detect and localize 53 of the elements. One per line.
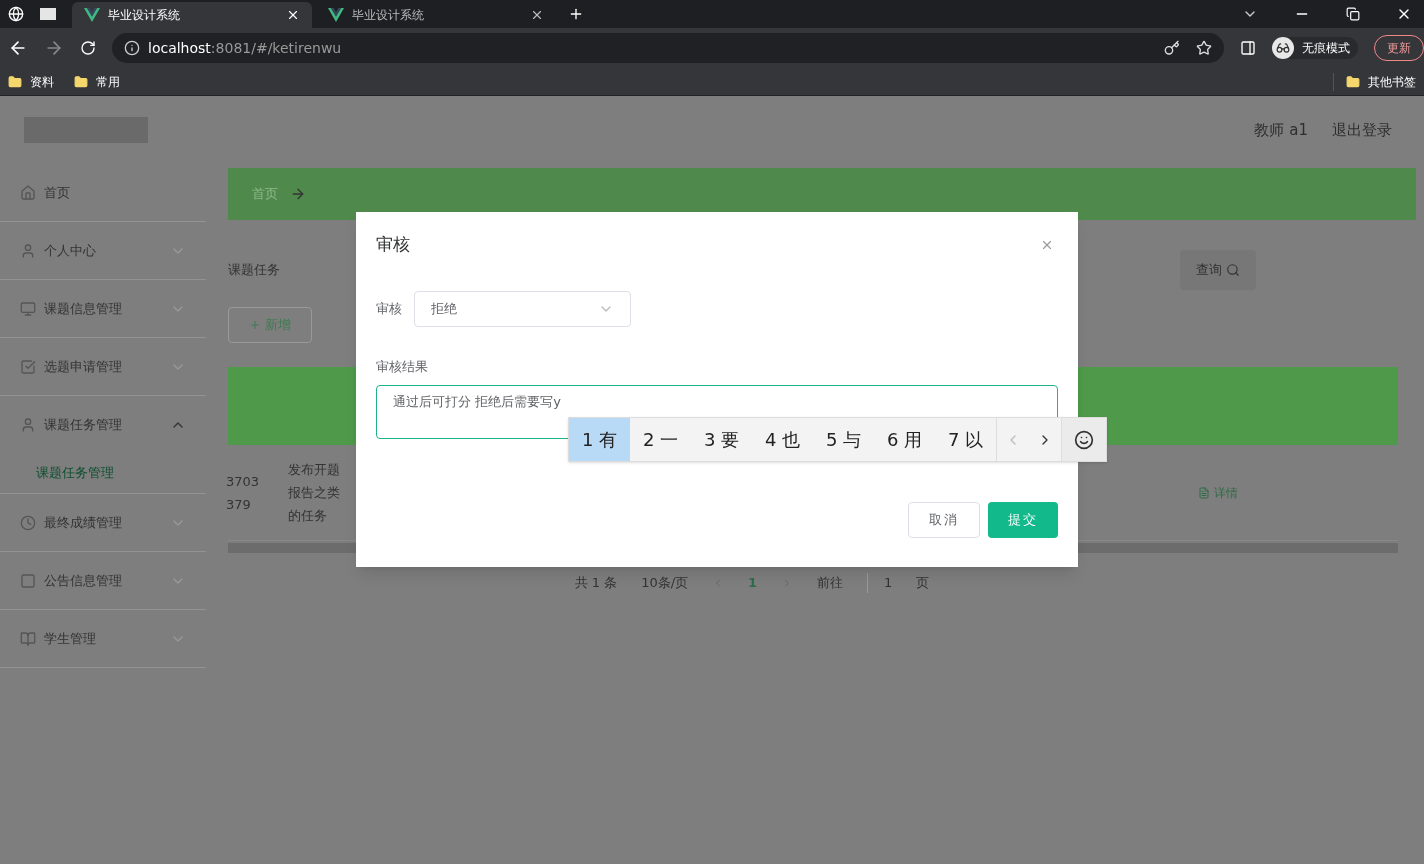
emoji-icon[interactable] (1074, 429, 1094, 450)
total-count: 共 1 条 (574, 574, 618, 592)
bookmark-item[interactable]: 其他书签 (1333, 72, 1416, 91)
close-tab-icon[interactable] (286, 8, 300, 22)
restore-icon[interactable] (1346, 7, 1360, 21)
folder-icon (8, 74, 22, 89)
goto-suffix: 页 (916, 574, 930, 592)
table-cell-text: 3703 379 (226, 472, 261, 514)
sidebar-item[interactable]: 最终成绩管理 (0, 494, 206, 551)
sidebar-item[interactable]: 课题任务管理 (0, 396, 206, 453)
search-icon (1226, 263, 1240, 277)
side-panel-icon[interactable] (1240, 40, 1256, 56)
sidebar-item[interactable]: 学生管理 (0, 610, 206, 667)
goto-page-field[interactable]: 1 (867, 573, 893, 593)
cancel-button[interactable]: 取消 (908, 502, 980, 538)
user-name: 教师 a1 (1254, 119, 1308, 141)
bookmark-item[interactable]: 常用 (74, 72, 120, 91)
reload-icon[interactable] (80, 40, 96, 56)
globe-icon[interactable] (8, 6, 24, 22)
info-icon (124, 40, 140, 56)
ime-candidate[interactable]: 1 有 (569, 418, 630, 461)
sidebar-item[interactable]: 个人中心 (0, 222, 206, 279)
document-icon (1198, 486, 1210, 499)
folder-icon (1346, 74, 1360, 89)
sidebar-item[interactable]: 课题信息管理 (0, 280, 206, 337)
sidebar-item[interactable]: 首页 (0, 164, 206, 221)
folder-icon (74, 74, 88, 89)
incognito-icon (1272, 37, 1294, 59)
table-cell-text: 发布开题 报告之类 的任务 (287, 461, 341, 525)
logout-link[interactable]: 退出登录 (1332, 118, 1392, 142)
incognito-chip[interactable]: 无痕模式 (1272, 37, 1358, 59)
plus-icon (249, 319, 261, 331)
sidebar-item[interactable]: 公告信息管理 (0, 552, 206, 609)
key-icon[interactable] (1164, 40, 1180, 56)
new-tab-icon[interactable] (568, 6, 584, 22)
page-size-select[interactable]: 10条/页 (641, 573, 689, 593)
sidebar-item[interactable]: 选题申请管理 (0, 338, 206, 395)
close-tab-icon[interactable] (530, 8, 544, 22)
goto-label: 前往 (817, 574, 844, 592)
browser-tab[interactable]: 毕业设计系统 (72, 2, 312, 28)
dialog-title: 审核 (376, 233, 410, 256)
address-field[interactable]: localhost:8081/#/ketirenwu (112, 33, 1224, 63)
status-select[interactable]: 拒绝 (414, 290, 631, 327)
field-label: 审核结果 (376, 357, 429, 376)
url-text: localhost:8081/#/ketirenwu (148, 38, 342, 58)
vue-logo-icon (84, 8, 100, 22)
bookmark-star-icon[interactable] (1196, 40, 1212, 56)
bookmark-item[interactable]: 资料 (8, 72, 54, 91)
vue-logo-icon (328, 8, 344, 22)
arrow-icon (290, 186, 306, 202)
search-label: 课题任务 (228, 261, 281, 280)
field-label: 审核 (376, 299, 402, 318)
browser-tab[interactable]: 毕业设计系统 (316, 2, 556, 28)
